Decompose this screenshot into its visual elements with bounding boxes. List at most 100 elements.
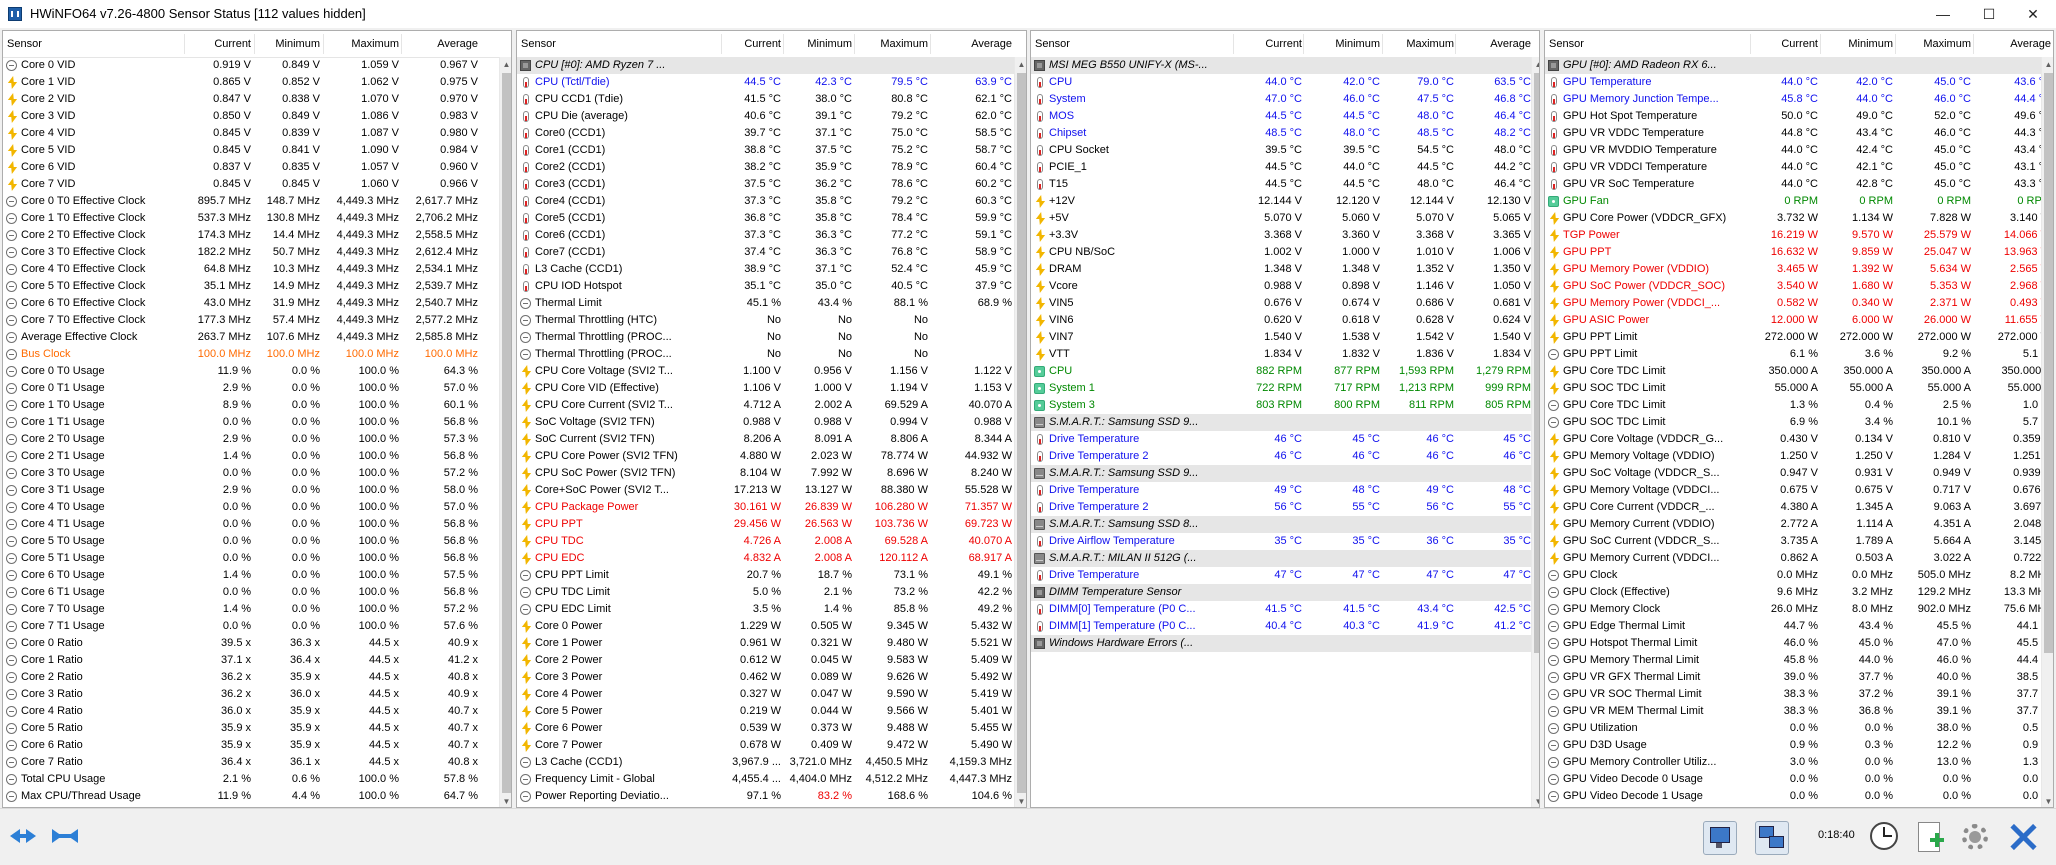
sensor-row[interactable]: CPU TDC Limit 5.0 % 2.1 % 73.2 % 42.2 % bbox=[517, 584, 1014, 601]
column-header-sensor[interactable]: Sensor bbox=[7, 31, 182, 57]
sensor-row[interactable]: Thermal Throttling (HTC) No No No bbox=[517, 312, 1014, 329]
sensor-row[interactable]: GPU Memory Power (VDDIO) 3.465 W 1.392 W 5.… bbox=[1545, 261, 2051, 278]
column-separator[interactable] bbox=[1820, 34, 1821, 54]
sensor-row[interactable]: CPU Core VID (Effective) 1.106 V 1.000 V 1.… bbox=[517, 380, 1014, 397]
sensor-row[interactable]: GPU SoC Current (VDDCR_S... 3.735 A 1.789 … bbox=[1545, 533, 2051, 550]
column-separator[interactable] bbox=[1303, 34, 1304, 54]
sensor-row[interactable]: Core7 (CCD1) 37.4 °C 36.3 °C 76.8 °C 58.9 °C bbox=[517, 244, 1014, 261]
column-header-average[interactable]: Average bbox=[1977, 31, 2051, 57]
column-header-minimum[interactable]: Minimum bbox=[258, 31, 320, 57]
column-header-average[interactable]: Average bbox=[405, 31, 478, 57]
sensor-row[interactable]: Drive Temperature 47 °C 47 °C 47 °C 47 °C bbox=[1031, 567, 1531, 584]
sensor-row[interactable]: Core 7 T0 Effective Clock 177.3 MHz 57.4 M… bbox=[3, 312, 499, 329]
sensor-row[interactable]: GPU Fan 0 RPM 0 RPM 0 RPM 0 RPM bbox=[1545, 193, 2051, 210]
sensor-row[interactable]: Core 6 Ratio 35.9 x 35.9 x 44.5 x 40.7 x bbox=[3, 737, 499, 754]
scroll-up-arrow-icon[interactable]: ▲ bbox=[500, 57, 511, 72]
vertical-scrollbar[interactable]: ▲▼ bbox=[499, 57, 511, 807]
sensor-row[interactable]: +12V 12.144 V 12.120 V 12.144 V 12.130 V bbox=[1031, 193, 1531, 210]
sensor-row[interactable]: Core 3 VID 0.850 V 0.849 V 1.086 V 0.983 V bbox=[3, 108, 499, 125]
sensor-row[interactable]: Drive Temperature 2 56 °C 55 °C 56 °C 55 °C bbox=[1031, 499, 1531, 516]
column-header-sensor[interactable]: Sensor bbox=[1549, 31, 1729, 57]
sensor-row[interactable]: GPU VR SoC Temperature 44.0 °C 42.8 °C 45.0… bbox=[1545, 176, 2051, 193]
sensor-row[interactable]: Thermal Limit 45.1 % 43.4 % 88.1 % 68.9 % bbox=[517, 295, 1014, 312]
sensor-row[interactable]: GPU VR VDDCI Temperature 44.0 °C 42.1 °C 45… bbox=[1545, 159, 2051, 176]
column-header-maximum[interactable]: Maximum bbox=[1899, 31, 1971, 57]
sensor-row[interactable]: Core 7 T1 Usage 0.0 % 0.0 % 100.0 % 57.6 % bbox=[3, 618, 499, 635]
sensor-row[interactable]: GPU Memory Controller Utiliz... 3.0 % 0.0 … bbox=[1545, 754, 2051, 771]
sensor-row[interactable]: Core 3 T1 Usage 2.9 % 0.0 % 100.0 % 58.0 % bbox=[3, 482, 499, 499]
column-header-minimum[interactable]: Minimum bbox=[787, 31, 852, 57]
sensor-row[interactable]: DIMM[1] Temperature (P0 C... 40.4 °C 40.3 … bbox=[1031, 618, 1531, 635]
sensor-row[interactable]: GPU Memory Voltage (VDDCI... 0.675 V 0.675… bbox=[1545, 482, 2051, 499]
sensor-row[interactable]: VIN6 0.620 V 0.618 V 0.628 V 0.624 V bbox=[1031, 312, 1531, 329]
column-separator[interactable] bbox=[930, 34, 931, 54]
sensor-row[interactable]: Core 6 Power 0.539 W 0.373 W 9.488 W 5.455 W bbox=[517, 720, 1014, 737]
sensor-group-row[interactable]: S.M.A.R.T.: MILAN II 512G (... bbox=[1031, 550, 1531, 567]
sensor-row[interactable]: GPU PPT Limit 6.1 % 3.6 % 9.2 % 5.1 % bbox=[1545, 346, 2051, 363]
sensor-row[interactable]: Core 0 Ratio 39.5 x 36.3 x 44.5 x 40.9 x bbox=[3, 635, 499, 652]
sensor-row[interactable]: GPU Memory Power (VDDCI_... 0.582 W 0.340 … bbox=[1545, 295, 2051, 312]
column-separator[interactable] bbox=[401, 34, 402, 54]
sensor-row[interactable]: Core 1 T0 Effective Clock 537.3 MHz 130.8 … bbox=[3, 210, 499, 227]
sensor-row[interactable]: Core 1 T0 Usage 8.9 % 0.0 % 100.0 % 60.1 % bbox=[3, 397, 499, 414]
column-separator[interactable] bbox=[1382, 34, 1383, 54]
minimize-button[interactable]: — bbox=[1920, 0, 1966, 28]
sensor-group-row[interactable]: S.M.A.R.T.: Samsung SSD 9... bbox=[1031, 465, 1531, 482]
column-header-maximum[interactable]: Maximum bbox=[327, 31, 399, 57]
sensor-row[interactable]: DIMM[0] Temperature (P0 C... 41.5 °C 41.5 … bbox=[1031, 601, 1531, 618]
sensor-row[interactable]: System 3 803 RPM 800 RPM 811 RPM 805 RPM bbox=[1031, 397, 1531, 414]
column-separator[interactable] bbox=[1750, 34, 1751, 54]
column-header-sensor[interactable]: Sensor bbox=[1035, 31, 1210, 57]
sensor-row[interactable]: Core+SoC Power (SVI2 T... 17.213 W 13.127 … bbox=[517, 482, 1014, 499]
sensor-row[interactable]: GPU Core Voltage (VDDCR_G... 0.430 V 0.134… bbox=[1545, 431, 2051, 448]
sensor-row[interactable]: Thermal Throttling (PROC... No No No bbox=[517, 346, 1014, 363]
sensor-row[interactable]: Core 4 T0 Effective Clock 64.8 MHz 10.3 MH… bbox=[3, 261, 499, 278]
sensor-row[interactable]: CPU 882 RPM 877 RPM 1,593 RPM 1,279 RPM bbox=[1031, 363, 1531, 380]
sensor-row[interactable]: VTT 1.834 V 1.832 V 1.836 V 1.834 V bbox=[1031, 346, 1531, 363]
sensor-row[interactable]: CPU 44.0 °C 42.0 °C 79.0 °C 63.5 °C bbox=[1031, 74, 1531, 91]
sensor-row[interactable]: GPU Memory Current (VDDCI... 0.862 A 0.503… bbox=[1545, 550, 2051, 567]
sensor-row[interactable]: GPU SoC Voltage (VDDCR_S... 0.947 V 0.931 … bbox=[1545, 465, 2051, 482]
scroll-up-arrow-icon[interactable]: ▲ bbox=[1532, 57, 1539, 72]
sensor-row[interactable]: Core 2 VID 0.847 V 0.838 V 1.070 V 0.970 V bbox=[3, 91, 499, 108]
sensor-group-row[interactable]: S.M.A.R.T.: Samsung SSD 8... bbox=[1031, 516, 1531, 533]
sensor-row[interactable]: MOS 44.5 °C 44.5 °C 48.0 °C 46.4 °C bbox=[1031, 108, 1531, 125]
sensor-row[interactable]: Drive Temperature 49 °C 48 °C 49 °C 48 °C bbox=[1031, 482, 1531, 499]
sensor-row[interactable]: Core 1 Ratio 37.1 x 36.4 x 44.5 x 41.2 x bbox=[3, 652, 499, 669]
sensor-row[interactable]: GPU Hotspot Thermal Limit 46.0 % 45.0 % 47.… bbox=[1545, 635, 2051, 652]
column-header-maximum[interactable]: Maximum bbox=[858, 31, 928, 57]
column-separator[interactable] bbox=[783, 34, 784, 54]
sensor-row[interactable]: +5V 5.070 V 5.060 V 5.070 V 5.065 V bbox=[1031, 210, 1531, 227]
column-separator[interactable] bbox=[184, 34, 185, 54]
sensor-row[interactable]: CPU SoC Power (SVI2 TFN) 8.104 W 7.992 W 8.… bbox=[517, 465, 1014, 482]
sensor-row[interactable]: Core 0 VID 0.919 V 0.849 V 1.059 V 0.967 V bbox=[3, 57, 499, 74]
sensor-row[interactable]: GPU D3D Usage 0.9 % 0.3 % 12.2 % 0.9 % bbox=[1545, 737, 2051, 754]
sensor-row[interactable]: Core 4 Ratio 36.0 x 35.9 x 44.5 x 40.7 x bbox=[3, 703, 499, 720]
sensor-row[interactable]: GPU VR MEM Thermal Limit 38.3 % 36.8 % 39.1… bbox=[1545, 703, 2051, 720]
sensor-row[interactable]: +3.3V 3.368 V 3.360 V 3.368 V 3.365 V bbox=[1031, 227, 1531, 244]
sensor-row[interactable]: Core 3 T0 Effective Clock 182.2 MHz 50.7 M… bbox=[3, 244, 499, 261]
sensor-row[interactable]: CPU Die (average) 40.6 °C 39.1 °C 79.2 °C 62… bbox=[517, 108, 1014, 125]
sensor-row[interactable]: GPU Video Decode 0 Usage 0.0 % 0.0 % 0.0 % 0… bbox=[1545, 771, 2051, 788]
column-header-current[interactable]: Current bbox=[1754, 31, 1818, 57]
sensor-row[interactable]: Core 3 Power 0.462 W 0.089 W 9.626 W 5.492 W bbox=[517, 669, 1014, 686]
sensor-row[interactable]: Core1 (CCD1) 38.8 °C 37.5 °C 75.2 °C 58.7 °C bbox=[517, 142, 1014, 159]
sensor-row[interactable]: GPU Hot Spot Temperature 50.0 °C 49.0 °C 52… bbox=[1545, 108, 2051, 125]
sensor-row[interactable]: CPU NB/SoC 1.002 V 1.000 V 1.010 V 1.006 V bbox=[1031, 244, 1531, 261]
sensor-row[interactable]: GPU Core Power (VDDCR_GFX) 3.732 W 1.134 W… bbox=[1545, 210, 2051, 227]
sensor-row[interactable]: Drive Temperature 2 46 °C 46 °C 46 °C 46 °C bbox=[1031, 448, 1531, 465]
sensor-group-row[interactable]: DIMM Temperature Sensor bbox=[1031, 584, 1531, 601]
sensor-row[interactable]: CPU Core Power (SVI2 TFN) 4.880 W 2.023 W 7… bbox=[517, 448, 1014, 465]
scroll-thumb[interactable] bbox=[502, 73, 511, 793]
add-log-icon[interactable] bbox=[1910, 818, 1948, 856]
sensor-row[interactable]: Core 1 VID 0.865 V 0.852 V 1.062 V 0.975 V bbox=[3, 74, 499, 91]
column-header-current[interactable]: Current bbox=[1237, 31, 1302, 57]
sensor-row[interactable]: Core2 (CCD1) 38.2 °C 35.9 °C 78.9 °C 60.4 °C bbox=[517, 159, 1014, 176]
sensor-row[interactable]: VIN5 0.676 V 0.674 V 0.686 V 0.681 V bbox=[1031, 295, 1531, 312]
sensor-row[interactable]: GPU Core Current (VDDCR_... 4.380 A 1.345 … bbox=[1545, 499, 2051, 516]
column-separator[interactable] bbox=[1233, 34, 1234, 54]
column-header-average[interactable]: Average bbox=[934, 31, 1012, 57]
sensor-row[interactable]: Core 4 T0 Usage 0.0 % 0.0 % 100.0 % 57.0 % bbox=[3, 499, 499, 516]
sensor-row[interactable]: CPU Core Current (SVI2 T... 4.712 A 2.002 … bbox=[517, 397, 1014, 414]
column-separator[interactable] bbox=[254, 34, 255, 54]
